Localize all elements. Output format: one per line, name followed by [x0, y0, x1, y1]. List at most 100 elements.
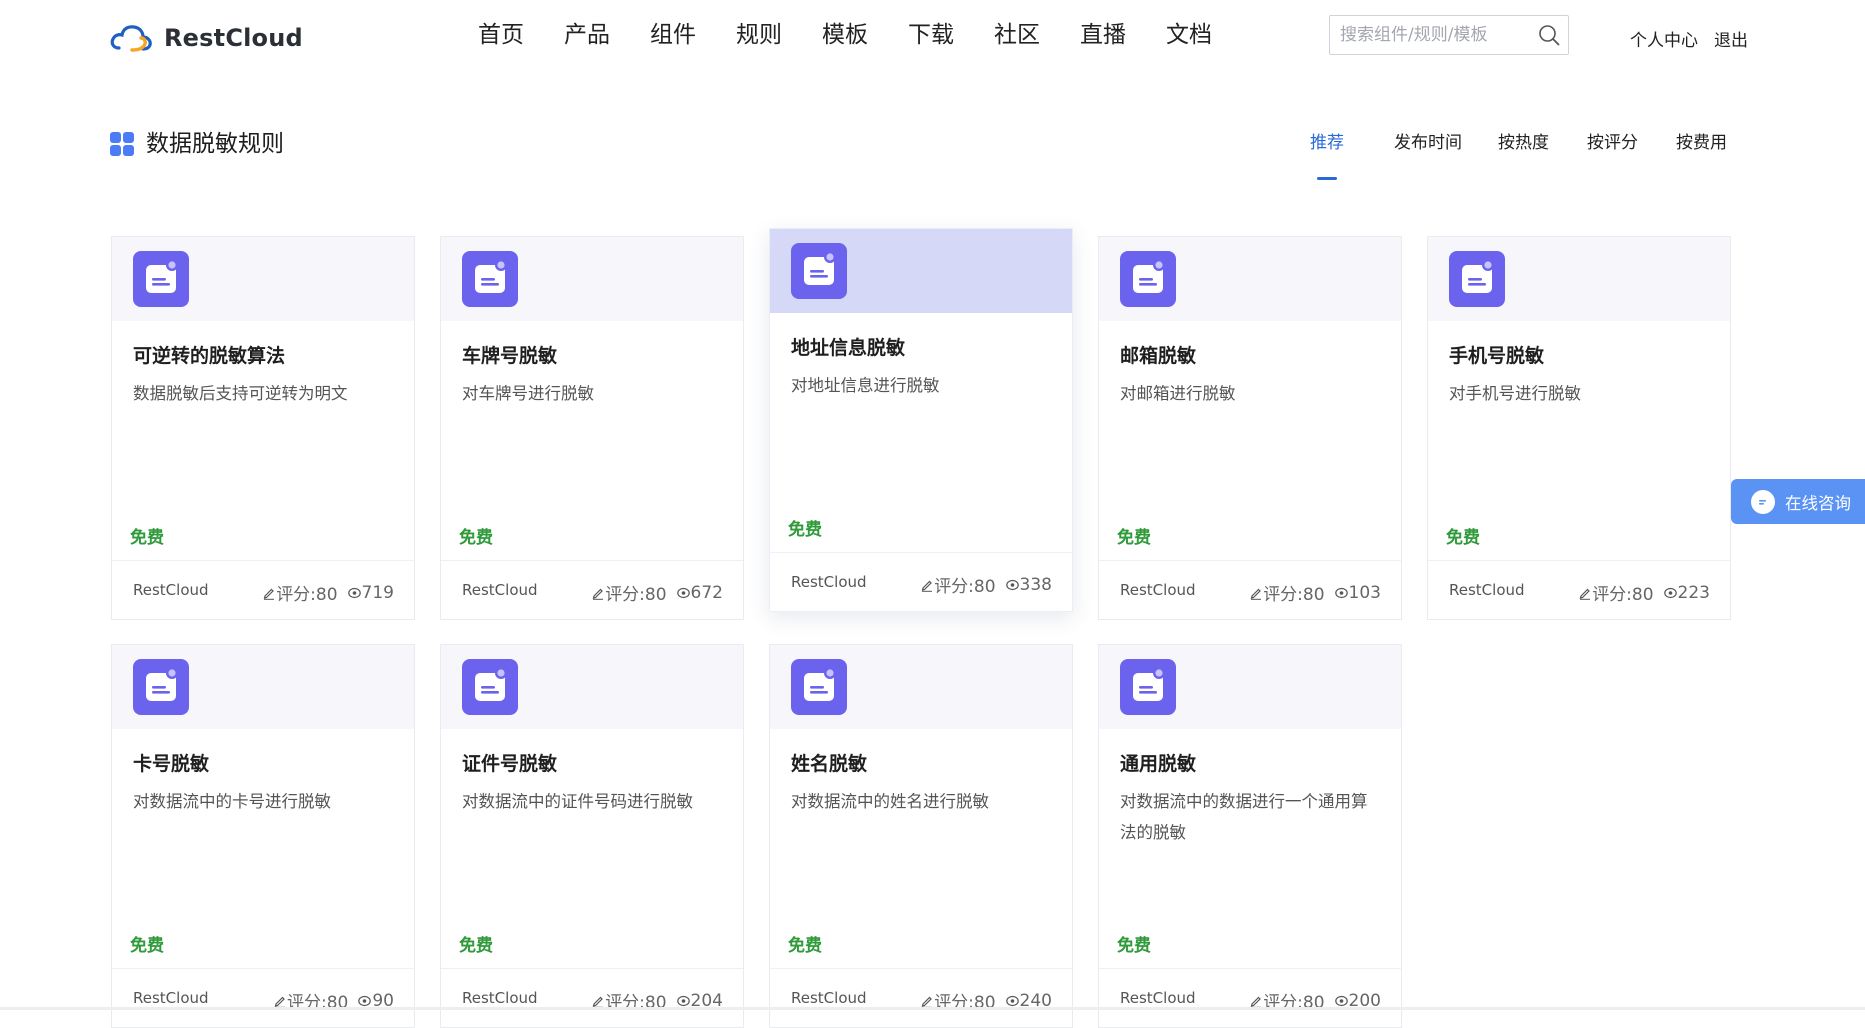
card-header: [1099, 237, 1401, 321]
card-title: 卡号脱敏: [133, 753, 210, 775]
card-header: [441, 645, 743, 729]
nav-item-rules[interactable]: 规则: [736, 17, 782, 53]
section-heading: 数据脱敏规则: [110, 128, 284, 160]
card-author: RestCloud: [462, 581, 538, 599]
document-bot-icon: [791, 243, 847, 299]
document-bot-icon: [791, 659, 847, 715]
card-description: 数据脱敏后支持可逆转为明文: [133, 384, 348, 403]
sort-tab-rating[interactable]: 按评分: [1587, 130, 1638, 170]
chat-bubble-icon: [1751, 489, 1775, 514]
card-stats: 评分:80 103: [1250, 580, 1381, 605]
consult-label: 在线咨询: [1785, 493, 1851, 513]
rule-card-5[interactable]: 手机号脱敏 对手机号进行脱敏 免费 RestCloud 评分:80 223: [1427, 236, 1731, 620]
rule-card-7[interactable]: 证件号脱敏 对数据流中的证件号码进行脱敏 免费 RestCloud 评分:80: [440, 644, 744, 1028]
card-description: 对数据流中的证件号码进行脱敏: [462, 792, 693, 811]
sort-tab-price[interactable]: 按费用: [1676, 130, 1727, 170]
card-title: 车牌号脱敏: [462, 345, 558, 367]
edit-pencil-icon: [921, 994, 933, 1008]
nav-item-components[interactable]: 组件: [650, 17, 696, 53]
card-author: RestCloud: [133, 581, 209, 599]
document-bot-icon: [1449, 251, 1505, 307]
page-title: 数据脱敏规则: [146, 131, 284, 157]
cloud-logo-icon: [110, 23, 152, 53]
user-center-link[interactable]: 个人中心: [1630, 26, 1698, 51]
price-badge: 免费: [1117, 528, 1151, 548]
edit-pencil-icon: [1579, 586, 1591, 600]
nav-item-docs[interactable]: 文档: [1166, 17, 1212, 53]
search-icon[interactable]: [1530, 16, 1568, 54]
logout-link[interactable]: 退出: [1714, 26, 1748, 51]
price-badge: 免费: [459, 936, 493, 956]
views-stat: 338: [1005, 575, 1052, 595]
search-box: [1329, 15, 1569, 55]
brand-logo[interactable]: RestCloud: [110, 20, 303, 56]
card-title: 可逆转的脱敏算法: [133, 345, 286, 367]
views-stat: 672: [676, 582, 723, 603]
rating-value: 评分:80: [934, 577, 996, 597]
card-title: 姓名脱敏: [791, 753, 868, 775]
card-footer: RestCloud 评分:80: [441, 560, 743, 619]
card-description: 对手机号进行脱敏: [1449, 384, 1581, 403]
rating-value: 评分:80: [1592, 585, 1654, 605]
nav-item-community[interactable]: 社区: [994, 17, 1040, 53]
card-stats: 评分:80 672: [592, 580, 723, 605]
rule-card-3[interactable]: 地址信息脱敏 对地址信息进行脱敏 免费 RestCloud 评分:80 338: [769, 228, 1073, 612]
rule-card-8[interactable]: 姓名脱敏 对数据流中的姓名进行脱敏 免费 RestCloud 评分:80 240: [769, 644, 1073, 1028]
eye-icon: [347, 587, 361, 599]
card-footer: RestCloud 评分:80: [1099, 968, 1401, 1027]
price-badge: 免费: [1117, 936, 1151, 956]
card-title: 通用脱敏: [1120, 753, 1197, 775]
brand-name: RestCloud: [164, 24, 303, 52]
rule-card-9[interactable]: 通用脱敏 对数据流中的数据进行一个通用算法的脱敏 免费 RestCloud 评分…: [1098, 644, 1402, 1028]
card-author: RestCloud: [1120, 989, 1196, 1007]
card-header: [112, 237, 414, 321]
nav-item-products[interactable]: 产品: [564, 17, 610, 53]
rule-card-1[interactable]: 可逆转的脱敏算法 数据脱敏后支持可逆转为明文 免费 RestCloud 评分:8…: [111, 236, 415, 620]
card-title: 手机号脱敏: [1449, 345, 1545, 367]
nav-item-download[interactable]: 下载: [908, 17, 954, 53]
document-bot-icon: [462, 251, 518, 307]
rating-value: 评分:80: [276, 585, 338, 605]
card-author: RestCloud: [791, 989, 867, 1007]
nav-item-home[interactable]: 首页: [478, 17, 524, 53]
nav-item-live[interactable]: 直播: [1080, 17, 1126, 53]
card-footer: RestCloud 评分:80: [112, 968, 414, 1027]
document-bot-icon: [133, 659, 189, 715]
card-stats: 评分:80 338: [921, 572, 1052, 597]
eye-icon: [1005, 995, 1019, 1007]
card-description: 对数据流中的数据进行一个通用算法的脱敏: [1120, 792, 1368, 842]
sort-tabs: 推荐 发布时间 按热度 按评分 按费用: [1310, 130, 1727, 170]
card-title: 邮箱脱敏: [1120, 345, 1197, 367]
card-header: [441, 237, 743, 321]
views-count: 672: [690, 582, 723, 603]
card-footer: RestCloud 评分:80: [770, 968, 1072, 1027]
search-input[interactable]: [1330, 16, 1530, 54]
card-footer: RestCloud 评分:80: [112, 560, 414, 619]
card-description: 对数据流中的姓名进行脱敏: [791, 792, 989, 811]
rule-card-6[interactable]: 卡号脱敏 对数据流中的卡号进行脱敏 免费 RestCloud 评分:80 90: [111, 644, 415, 1028]
edit-pencil-icon: [592, 994, 604, 1008]
nav-item-templates[interactable]: 模板: [822, 17, 868, 53]
edit-pencil-icon: [921, 578, 933, 592]
price-badge: 免费: [1446, 528, 1480, 548]
edit-pencil-icon: [1250, 994, 1262, 1008]
card-header: [770, 229, 1072, 313]
card-description: 对车牌号进行脱敏: [462, 384, 594, 403]
rating-stat: 评分:80: [263, 580, 338, 605]
card-author: RestCloud: [1449, 581, 1525, 599]
edit-pencil-icon: [592, 586, 604, 600]
user-links: 个人中心 退出: [1630, 26, 1748, 51]
sort-tab-publish-time[interactable]: 发布时间: [1394, 130, 1462, 170]
price-badge: 免费: [130, 936, 164, 956]
rule-card-2[interactable]: 车牌号脱敏 对车牌号进行脱敏 免费 RestCloud 评分:80 672: [440, 236, 744, 620]
sort-tab-popularity[interactable]: 按热度: [1498, 130, 1549, 170]
sort-tab-recommend[interactable]: 推荐: [1310, 130, 1344, 170]
eye-icon: [1005, 579, 1019, 591]
eye-icon: [676, 587, 690, 599]
price-badge: 免费: [130, 528, 164, 548]
card-header: [770, 645, 1072, 729]
card-description: 对邮箱进行脱敏: [1120, 384, 1236, 403]
rating-stat: 评分:80: [592, 580, 667, 605]
online-consult-button[interactable]: 在线咨询: [1731, 479, 1865, 524]
rule-card-4[interactable]: 邮箱脱敏 对邮箱进行脱敏 免费 RestCloud 评分:80 103: [1098, 236, 1402, 620]
